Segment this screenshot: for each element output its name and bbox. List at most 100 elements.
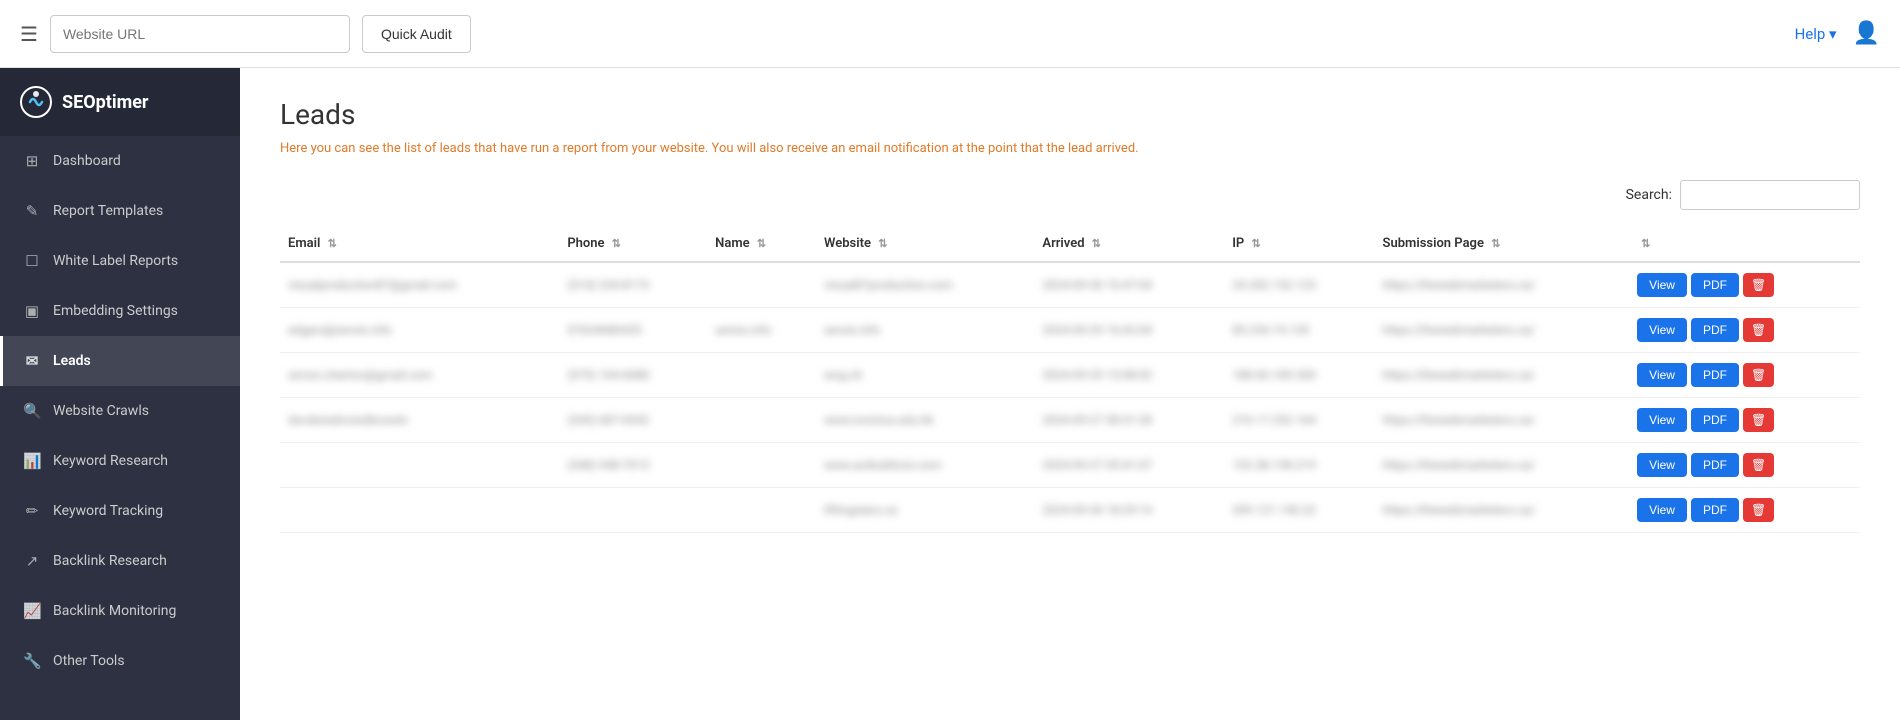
- pdf-button[interactable]: PDF: [1691, 408, 1739, 432]
- cell-website: www.invictus.edu.hk: [816, 398, 1034, 443]
- other-tools-icon: 🔧: [23, 652, 41, 670]
- sidebar-item-label: Report Templates: [53, 203, 163, 219]
- pdf-button[interactable]: PDF: [1691, 453, 1739, 477]
- pdf-button[interactable]: PDF: [1691, 363, 1739, 387]
- hamburger-icon[interactable]: ☰: [20, 22, 38, 46]
- view-button[interactable]: View: [1637, 453, 1687, 477]
- sidebar-item-label: White Label Reports: [53, 253, 178, 269]
- sidebar-item-backlink-monitoring[interactable]: 📈 Backlink Monitoring: [0, 586, 240, 636]
- col-arrived[interactable]: Arrived ⇅: [1034, 226, 1224, 262]
- cell-phone: (514) 234-8173: [559, 262, 707, 308]
- sidebar-item-backlink-research[interactable]: ↗ Backlink Research: [0, 536, 240, 586]
- cell-email: simon.charton@gmail.com: [280, 353, 559, 398]
- topbar-left: ☰ Quick Audit: [20, 15, 471, 53]
- search-input[interactable]: [1680, 180, 1860, 210]
- sidebar-item-white-label-reports[interactable]: ☐ White Label Reports: [0, 236, 240, 286]
- cell-submission_page: https://thewebmarketers.ca/: [1375, 308, 1630, 353]
- col-email[interactable]: Email ⇅: [280, 226, 559, 262]
- quick-audit-button[interactable]: Quick Audit: [362, 15, 471, 53]
- leads-icon: ✉: [23, 352, 41, 370]
- view-button[interactable]: View: [1637, 273, 1687, 297]
- cell-email: [280, 443, 559, 488]
- website-sort-icon: ⇅: [878, 237, 887, 250]
- sidebar-item-embedding-settings[interactable]: ▣ Embedding Settings: [0, 286, 240, 336]
- white-label-icon: ☐: [23, 252, 41, 270]
- cell-website: wng.ch: [816, 353, 1034, 398]
- cell-actions: ViewPDF🗑: [1629, 443, 1860, 488]
- col-actions: ⇅: [1629, 226, 1860, 262]
- url-input[interactable]: [50, 15, 350, 53]
- cell-actions: ViewPDF🗑: [1629, 488, 1860, 533]
- table-row: liftingstars.ca2024-09-26 18:29:14209.12…: [280, 488, 1860, 533]
- delete-button[interactable]: 🗑: [1743, 273, 1774, 297]
- cell-arrived: 2024-09-27 08:31:28: [1034, 398, 1224, 443]
- cell-ip: 24.202.152.123: [1224, 262, 1374, 308]
- cell-ip: 188.60.189.200: [1224, 353, 1374, 398]
- cell-name: [707, 443, 816, 488]
- arrived-sort-icon: ⇅: [1092, 237, 1101, 250]
- sidebar-item-keyword-research[interactable]: 📊 Keyword Research: [0, 436, 240, 486]
- col-phone[interactable]: Phone ⇅: [559, 226, 707, 262]
- col-submission-page[interactable]: Submission Page ⇅: [1375, 226, 1630, 262]
- col-name[interactable]: Name ⇅: [707, 226, 816, 262]
- pdf-button[interactable]: PDF: [1691, 498, 1739, 522]
- cell-submission_page: https://thewebmarketers.ca/: [1375, 443, 1630, 488]
- pdf-button[interactable]: PDF: [1691, 273, 1739, 297]
- report-templates-icon: ✎: [23, 202, 41, 220]
- keyword-research-icon: 📊: [23, 452, 41, 470]
- table-row: visualproduction87@gmail.com(514) 234-81…: [280, 262, 1860, 308]
- col-ip[interactable]: IP ⇅: [1224, 226, 1374, 262]
- delete-button[interactable]: 🗑: [1743, 408, 1774, 432]
- website-crawls-icon: 🔍: [23, 402, 41, 420]
- table-row: dscdewebrowdbrowdv(343) 687-6942www.invi…: [280, 398, 1860, 443]
- cell-name: [707, 262, 816, 308]
- table-row: (548) 948-7013www.acibuildcon.com2024-09…: [280, 443, 1860, 488]
- sidebar-item-dashboard[interactable]: ⊞ Dashboard: [0, 136, 240, 186]
- cell-website: www.acibuildcon.com: [816, 443, 1034, 488]
- cell-name: [707, 488, 816, 533]
- sidebar-item-label: Keyword Research: [53, 453, 168, 469]
- delete-button[interactable]: 🗑: [1743, 498, 1774, 522]
- keyword-tracking-icon: ✏: [23, 502, 41, 520]
- view-button[interactable]: View: [1637, 318, 1687, 342]
- email-sort-icon: ⇅: [328, 237, 337, 250]
- cell-name: [707, 353, 816, 398]
- backlink-monitoring-icon: 📈: [23, 602, 41, 620]
- cell-submission_page: https://thewebmarketers.ca/: [1375, 353, 1630, 398]
- seoptimer-logo-icon: [20, 86, 52, 118]
- cell-ip: 209.121.140.22: [1224, 488, 1374, 533]
- table-row: edgars@serois.info07634680435serois.info…: [280, 308, 1860, 353]
- cell-submission_page: https://thewebmarketers.ca/: [1375, 488, 1630, 533]
- topbar: ☰ Quick Audit Help ▾ 👤: [0, 0, 1900, 68]
- col-website[interactable]: Website ⇅: [816, 226, 1034, 262]
- view-button[interactable]: View: [1637, 408, 1687, 432]
- cell-phone: (343) 687-6942: [559, 398, 707, 443]
- view-button[interactable]: View: [1637, 363, 1687, 387]
- cell-name: [707, 398, 816, 443]
- cell-actions: ViewPDF🗑: [1629, 308, 1860, 353]
- cell-arrived: 2024-09-29 16:42:04: [1034, 308, 1224, 353]
- view-button[interactable]: View: [1637, 498, 1687, 522]
- delete-button[interactable]: 🗑: [1743, 363, 1774, 387]
- cell-submission_page: https://thewebmarketers.ca/: [1375, 398, 1630, 443]
- sidebar-item-keyword-tracking[interactable]: ✏ Keyword Tracking: [0, 486, 240, 536]
- sidebar-item-leads[interactable]: ✉ Leads: [0, 336, 240, 386]
- sidebar-item-label: Keyword Tracking: [53, 503, 163, 519]
- sidebar-item-report-templates[interactable]: ✎ Report Templates: [0, 186, 240, 236]
- sidebar-item-website-crawls[interactable]: 🔍 Website Crawls: [0, 386, 240, 436]
- cell-phone: (548) 948-7013: [559, 443, 707, 488]
- cell-submission_page: https://thewebmarketers.ca/: [1375, 262, 1630, 308]
- delete-button[interactable]: 🗑: [1743, 318, 1774, 342]
- help-link[interactable]: Help ▾: [1795, 25, 1837, 43]
- user-icon[interactable]: 👤: [1853, 21, 1880, 46]
- table-row: simon.charton@gmail.com(579) 104-6080wng…: [280, 353, 1860, 398]
- cell-ip: 152.58.198.219: [1224, 443, 1374, 488]
- delete-button[interactable]: 🗑: [1743, 453, 1774, 477]
- sidebar-item-other-tools[interactable]: 🔧 Other Tools: [0, 636, 240, 686]
- layout: SEOptimer ⊞ Dashboard ✎ Report Templates…: [0, 68, 1900, 720]
- cell-website: visual87production.com: [816, 262, 1034, 308]
- cell-ip: 210.17.252.164: [1224, 398, 1374, 443]
- sidebar-item-label: Backlink Research: [53, 553, 167, 569]
- pdf-button[interactable]: PDF: [1691, 318, 1739, 342]
- search-bar: Search:: [280, 180, 1860, 210]
